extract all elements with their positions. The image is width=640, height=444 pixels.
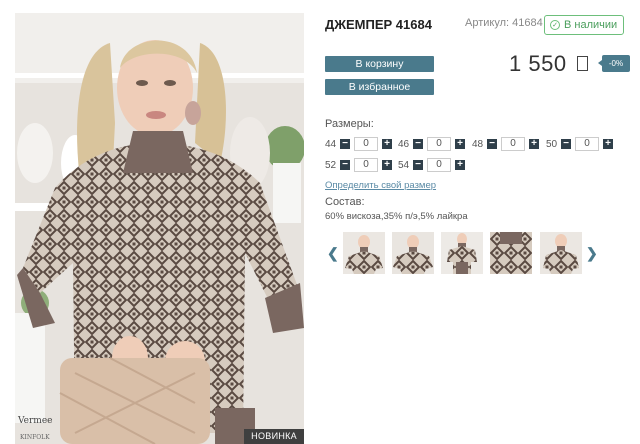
add-to-cart-button[interactable]: В корзину xyxy=(325,56,434,72)
book-brand-text: KINFOLK xyxy=(20,434,50,441)
stock-status-label: В наличии xyxy=(564,19,618,31)
thumbnail-image xyxy=(343,232,385,274)
increase-button[interactable]: + xyxy=(382,139,392,149)
quantity-field[interactable]: 0 xyxy=(354,137,378,151)
composition-label: Состав: xyxy=(325,196,365,208)
product-title: ДЖЕМПЕР 41684 xyxy=(325,17,432,32)
thumbnails-prev-arrow[interactable]: ❮ xyxy=(327,245,339,262)
thumbnail-image xyxy=(540,232,582,274)
thumbnail[interactable] xyxy=(343,232,385,274)
product-price: 1 550 xyxy=(509,51,567,76)
size-label: 54 xyxy=(398,159,410,171)
decrease-button[interactable]: − xyxy=(561,139,571,149)
decrease-button[interactable]: − xyxy=(340,139,350,149)
size-label: 48 xyxy=(472,138,484,150)
decrease-button[interactable]: − xyxy=(487,139,497,149)
quantity-field[interactable]: 0 xyxy=(427,137,451,151)
decrease-button[interactable]: − xyxy=(413,139,423,149)
size-label: 52 xyxy=(325,159,337,171)
stock-status-badge: ✓ В наличии xyxy=(544,15,625,35)
sizes-label: Размеры: xyxy=(325,118,374,130)
decrease-button[interactable]: − xyxy=(413,160,423,170)
size-row-54: 54 − 0 + xyxy=(398,158,465,172)
thumbnail[interactable] xyxy=(490,232,532,274)
increase-button[interactable]: + xyxy=(603,139,613,149)
thumbnails-next-arrow[interactable]: ❯ xyxy=(586,245,598,262)
thumbnail[interactable] xyxy=(540,232,582,274)
thumbnail-image xyxy=(441,232,483,274)
size-label: 44 xyxy=(325,138,337,150)
size-row-50: 50 − 0 + xyxy=(546,137,613,151)
check-circle-icon: ✓ xyxy=(550,20,560,30)
currency-icon xyxy=(577,56,588,71)
quantity-field[interactable]: 0 xyxy=(501,137,525,151)
model-illustration: Vermee KINFOLK xyxy=(15,13,304,444)
product-sku: Артикул: 41684 xyxy=(465,17,543,29)
vase-brand-text: Vermee xyxy=(17,416,53,426)
size-label: 50 xyxy=(546,138,558,150)
composition-value: 60% вискоза,35% п/э,5% лайкра xyxy=(325,211,468,222)
decrease-button[interactable]: − xyxy=(340,160,350,170)
thumbnail[interactable] xyxy=(392,232,434,274)
size-row-52: 52 − 0 + xyxy=(325,158,392,172)
quantity-field[interactable]: 0 xyxy=(427,158,451,172)
increase-button[interactable]: + xyxy=(455,160,465,170)
increase-button[interactable]: + xyxy=(382,160,392,170)
thumbnail[interactable] xyxy=(441,232,483,274)
quantity-field[interactable]: 0 xyxy=(575,137,599,151)
add-to-favorites-button[interactable]: В избранное xyxy=(325,79,434,95)
increase-button[interactable]: + xyxy=(529,139,539,149)
determine-size-link[interactable]: Определить свой размер xyxy=(325,180,436,191)
size-label: 46 xyxy=(398,138,410,150)
quantity-field[interactable]: 0 xyxy=(354,158,378,172)
size-row-48: 48 − 0 + xyxy=(472,137,539,151)
new-badge: НОВИНКА xyxy=(244,429,304,444)
discount-badge: -0% xyxy=(598,55,630,72)
size-row-44: 44 − 0 + xyxy=(325,137,392,151)
size-row-46: 46 − 0 + xyxy=(398,137,465,151)
product-photo[interactable]: Vermee KINFOLK НОВИНКА xyxy=(15,13,304,444)
thumbnail-image xyxy=(392,232,434,274)
thumbnail-image xyxy=(490,232,532,274)
increase-button[interactable]: + xyxy=(455,139,465,149)
